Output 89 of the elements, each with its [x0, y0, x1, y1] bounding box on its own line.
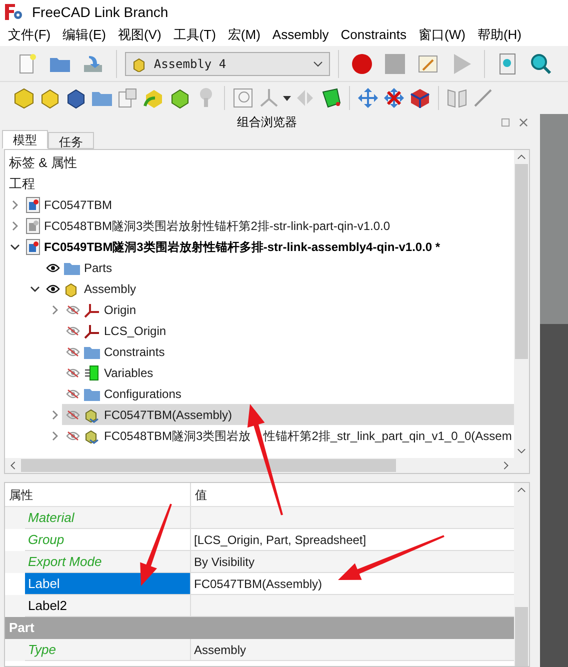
menu-item[interactable]: 编辑(E): [56, 25, 112, 45]
tree-item-label: Parts: [84, 260, 112, 276]
tree-root-label: 工程: [9, 174, 35, 193]
property-value[interactable]: [LCS_Origin, Part, Spreadsheet]: [194, 530, 366, 548]
eye-crossed-icon[interactable]: [66, 388, 80, 398]
property-value[interactable]: Assembly: [194, 640, 246, 658]
tree-item[interactable]: Configurations: [62, 383, 514, 404]
window-title: FreeCAD Link Branch: [32, 2, 168, 22]
tree-item[interactable]: FC0547TBM: [22, 194, 514, 215]
tree-item-label: Origin: [104, 302, 136, 318]
menu-item[interactable]: 宏(M): [222, 25, 266, 45]
assembly-cube-icon[interactable]: [12, 86, 36, 110]
tree-item[interactable]: Constraints: [62, 341, 514, 362]
tree-item-label: Constraints: [104, 344, 165, 360]
tree-header: 标签 & 属性: [9, 154, 77, 172]
tree-item[interactable]: Assembly: [42, 278, 514, 299]
chevron-icon[interactable]: [10, 242, 20, 252]
eye-icon[interactable]: [46, 262, 60, 272]
tree-item-label: FC0548TBM隧洞3类围岩放: [104, 428, 251, 444]
eye-crossed-icon[interactable]: [66, 346, 80, 356]
tree-item[interactable]: FC0547TBM(Assembly): [62, 404, 514, 425]
tree-item[interactable]: LCS_Origin: [62, 320, 514, 341]
menu-item[interactable]: Constraints: [334, 25, 413, 45]
tree-item[interactable]: Origin: [62, 299, 514, 320]
tree-item-label: Variables: [104, 364, 154, 382]
close-icon[interactable]: [519, 118, 528, 126]
float-icon[interactable]: [501, 118, 510, 126]
document-icon: [26, 238, 40, 254]
chevron-icon[interactable]: [30, 284, 40, 294]
document-icon: [26, 218, 40, 234]
scroll-up-icon[interactable]: [517, 487, 526, 493]
menu-item[interactable]: Assembly: [266, 25, 335, 45]
scroll-up-icon[interactable]: [517, 154, 526, 160]
vertical-scrollbar[interactable]: [514, 483, 529, 666]
property-name[interactable]: Label: [25, 573, 191, 595]
tree-item-label: FC0549TBM隧洞3类围岩放射性锚杆多排-str-link-assembly4-qin-v1.0.0 *: [44, 238, 440, 256]
spreadsheet-icon: [84, 364, 100, 380]
eye-crossed-icon[interactable]: [66, 430, 80, 440]
folder-icon: [64, 260, 80, 274]
menu-item[interactable]: 窗口(W): [412, 25, 472, 45]
document-icon: [26, 196, 40, 212]
delete-move-icon[interactable]: [382, 86, 406, 110]
horizontal-scrollbar[interactable]: [5, 458, 529, 473]
menu-item[interactable]: 帮助(H): [471, 25, 528, 45]
eye-icon[interactable]: [46, 284, 60, 294]
scroll-left-icon[interactable]: [10, 461, 16, 470]
folder-icon: [84, 344, 100, 358]
axes-icon: [84, 322, 100, 338]
sketch-icon[interactable]: [231, 86, 255, 110]
tree-item-label: FC0547TBM: [44, 196, 112, 214]
property-value[interactable]: FC0547TBM(Assembly): [194, 574, 322, 592]
dropdown-caret-icon[interactable]: [283, 96, 291, 100]
color-cube-icon[interactable]: [408, 86, 432, 110]
scroll-right-icon[interactable]: [503, 461, 509, 470]
menu-item[interactable]: 视图(V): [112, 25, 168, 45]
stop-icon[interactable]: [383, 52, 408, 76]
dropdown-caret-icon: [313, 60, 324, 66]
workbench-dropdown[interactable]: Assembly 4: [124, 52, 330, 76]
tree-item-label: 性锚杆第2排_str_link_part_qin_v1_0_0(Assem: [264, 428, 512, 444]
tree-item[interactable]: FC0548TBM隧洞3类围岩放 性锚杆第2排_str_link_part_qin_v1_0_0(Assem: [62, 425, 514, 446]
tree-item-label: LCS_Origin: [104, 322, 166, 340]
folder-icon: [84, 386, 100, 400]
tree-item-label: Assembly: [84, 280, 136, 298]
column-header: 值: [194, 486, 207, 504]
tree-item-label: Configurations: [104, 386, 182, 402]
tree-item-label: FC0548TBM隧洞3类围岩放射性锚杆第2排-str-link-part-qin-v1.0.0: [44, 218, 390, 234]
eye-crossed-icon[interactable]: [66, 304, 80, 314]
tree-item[interactable]: Variables: [62, 362, 514, 383]
scroll-down-icon[interactable]: [517, 448, 526, 454]
eye-crossed-icon[interactable]: [66, 326, 80, 336]
tree-item[interactable]: FC0548TBM隧洞3类围岩放射性锚杆第2排-str-link-part-qin-v1.0.0: [22, 215, 514, 236]
eye-crossed-icon[interactable]: [66, 410, 80, 420]
tab[interactable]: 任务: [48, 132, 94, 149]
menu-item[interactable]: 工具(T): [167, 25, 222, 45]
move-arrows-icon[interactable]: [356, 86, 380, 110]
tree-item[interactable]: Parts: [42, 257, 514, 278]
record-icon[interactable]: [350, 52, 374, 76]
search-icon[interactable]: [529, 52, 554, 76]
axes-icon: [84, 302, 100, 318]
property-value[interactable]: By Visibility: [194, 552, 254, 570]
vertical-scrollbar[interactable]: [514, 150, 529, 458]
tree-item-label: FC0547TBM(Assembly): [104, 406, 232, 424]
menu-item[interactable]: 文件(F): [2, 25, 57, 45]
eye-crossed-icon[interactable]: [66, 368, 80, 378]
tree-item[interactable]: FC0549TBM隧洞3类围岩放射性锚杆多排-str-link-assembly4-qin-v1.0.0 *: [22, 236, 514, 257]
linked-blocks-icon: [84, 406, 100, 422]
linked-blocks-icon: [84, 428, 100, 444]
tab[interactable]: 模型: [2, 130, 48, 149]
panel-title: 组合浏览器: [237, 114, 297, 131]
